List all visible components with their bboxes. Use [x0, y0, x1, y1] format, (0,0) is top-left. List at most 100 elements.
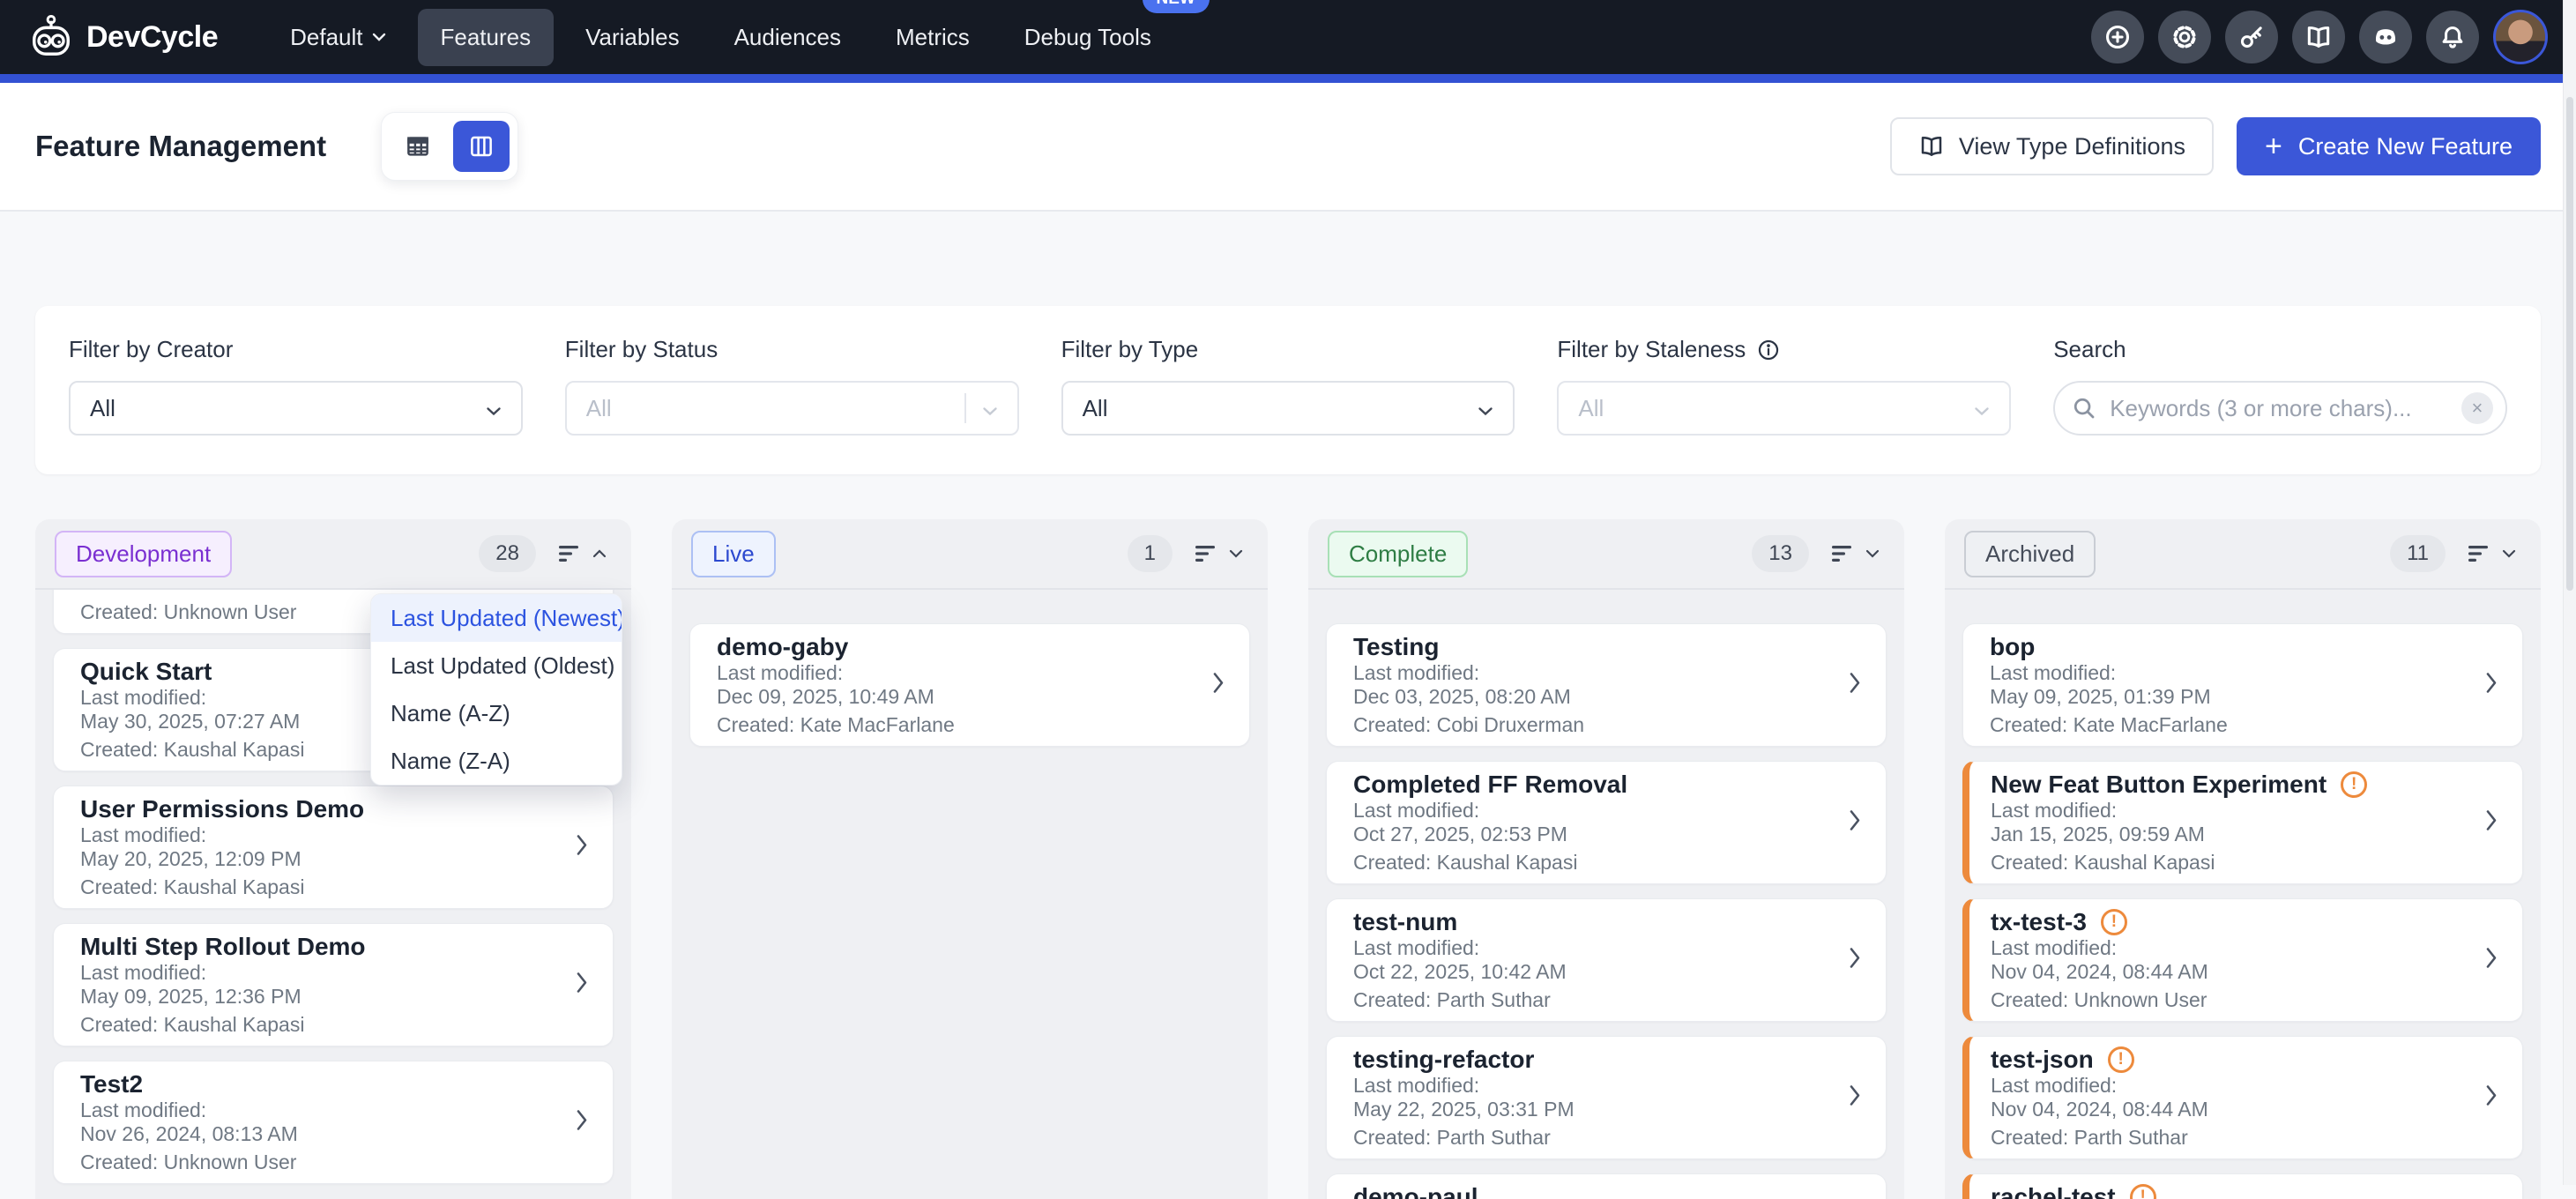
feature-card-title: bop	[1990, 633, 2035, 661]
open-feature-chevron-icon[interactable]	[1849, 809, 1861, 837]
docs-book-button[interactable]	[2292, 11, 2345, 63]
docs-book-icon	[2304, 23, 2333, 51]
page-scrollbar-thumb[interactable]	[2566, 97, 2573, 591]
feature-card-title: Testing	[1353, 633, 1439, 661]
view-type-definitions-button[interactable]: View Type Definitions	[1890, 117, 2214, 175]
open-feature-chevron-icon[interactable]	[1212, 672, 1225, 699]
sort-option-label: Name (Z-A)	[391, 748, 510, 775]
nav-item-metrics[interactable]: Metrics	[873, 9, 993, 66]
table-view-button[interactable]	[390, 121, 446, 172]
kanban-view-button[interactable]	[453, 121, 510, 172]
nav-item-debug-tools[interactable]: Debug ToolsNEW	[1001, 9, 1174, 66]
feature-card[interactable]: rachel-test !	[1962, 1173, 2523, 1199]
sort-menu: Last Updated (Newest) ✓ Last Updated (Ol…	[370, 593, 622, 786]
last-modified-label: Last modified:	[80, 823, 588, 847]
nav-item-features[interactable]: Features	[418, 9, 555, 66]
feature-card[interactable]: demo-paul	[1326, 1173, 1887, 1199]
column-card-list[interactable]: bop Last modified: May 09, 2025, 01:39 P…	[1945, 590, 2541, 1199]
search-input[interactable]	[2108, 394, 2451, 423]
feature-card-title: demo-gaby	[717, 633, 848, 661]
open-feature-chevron-icon[interactable]	[1849, 672, 1861, 699]
filter-select-value: All	[1578, 395, 1974, 422]
feature-card[interactable]: bop Last modified: May 09, 2025, 01:39 P…	[1962, 623, 2523, 747]
feature-card-title: rachel-test	[1991, 1183, 2116, 1199]
last-modified-label: Last modified:	[80, 961, 588, 985]
open-feature-chevron-icon[interactable]	[2485, 809, 2498, 837]
filter-select-value: All	[90, 395, 486, 422]
filter-label: Filter by Staleness	[1557, 336, 1746, 363]
filter-group-search: Search ×	[2053, 336, 2507, 436]
feature-card[interactable]: demo-gaby Last modified: Dec 09, 2025, 1…	[689, 623, 1250, 747]
filter-group-filter-by-type: Filter by Type All	[1061, 336, 1515, 436]
feature-card-title: User Permissions Demo	[80, 795, 364, 823]
column-sort-button[interactable]	[554, 539, 612, 569]
created-by: Created: Parth Suthar	[1353, 1126, 1861, 1150]
feature-card[interactable]: testing-refactor Last modified: May 22, …	[1326, 1036, 1887, 1159]
open-feature-chevron-icon[interactable]	[1849, 947, 1861, 974]
project-selector-label: Default	[290, 24, 362, 51]
column-sort-button[interactable]	[2463, 539, 2521, 569]
sort-option[interactable]: Last Updated (Newest) ✓	[371, 594, 622, 642]
created-by: Created: Kaushal Kapasi	[1353, 851, 1861, 875]
user-avatar[interactable]	[2493, 10, 2548, 64]
open-feature-chevron-icon[interactable]	[1849, 1084, 1861, 1112]
devcycle-logo[interactable]: DevCycle	[28, 14, 218, 60]
open-feature-chevron-icon[interactable]	[576, 972, 588, 999]
created-by: Created: Parth Suthar	[1991, 1126, 2498, 1150]
add-circle-button[interactable]	[2091, 11, 2144, 63]
last-modified-label: Last modified:	[717, 661, 1225, 685]
sort-option-label: Last Updated (Oldest)	[391, 652, 614, 680]
feature-card[interactable]: test-json ! Last modified: Nov 04, 2024,…	[1962, 1036, 2523, 1159]
create-new-feature-button[interactable]: + Create New Feature	[2237, 117, 2541, 175]
discord-button[interactable]	[2359, 11, 2412, 63]
chevron-down-icon	[372, 33, 386, 41]
filter-select-1[interactable]: All	[565, 381, 1019, 436]
sort-option[interactable]: Name (A-Z)	[371, 689, 622, 737]
nav-item-variables[interactable]: Variables	[562, 9, 702, 66]
feature-card-title: tx-test-3	[1991, 908, 2087, 936]
sort-option[interactable]: Last Updated (Oldest)	[371, 642, 622, 689]
created-by: Created: Parth Suthar	[1353, 988, 1861, 1012]
stale-warning-icon: !	[2101, 909, 2127, 935]
column-card-list[interactable]: demo-gaby Last modified: Dec 09, 2025, 1…	[672, 590, 1268, 1199]
feature-card[interactable]: User Permissions Demo Last modified: May…	[53, 786, 614, 909]
project-selector[interactable]: Default	[267, 9, 408, 66]
feature-card[interactable]: Multi Step Rollout Demo Last modified: M…	[53, 923, 614, 1046]
page-title: Feature Management	[35, 130, 326, 163]
open-feature-chevron-icon[interactable]	[2485, 672, 2498, 699]
column-count-badge: 13	[1752, 535, 1809, 572]
page-scrollbar[interactable]	[2563, 0, 2576, 1185]
open-feature-chevron-icon[interactable]	[2485, 1084, 2498, 1112]
nav-item-audiences[interactable]: Audiences	[711, 9, 864, 66]
select-divider	[964, 393, 966, 423]
feature-card[interactable]: New Feat Button Experiment ! Last modifi…	[1962, 761, 2523, 884]
top-navigation: DevCycle Default FeaturesVariablesAudien…	[0, 0, 2576, 74]
open-feature-chevron-icon[interactable]	[2485, 947, 2498, 974]
feature-card[interactable]: Test2 Last modified: Nov 26, 2024, 08:13…	[53, 1061, 614, 1184]
accent-bar	[0, 74, 2576, 83]
filter-label: Filter by Type	[1061, 336, 1199, 363]
sort-lines-icon	[559, 544, 584, 563]
feature-card[interactable]: tx-test-3 ! Last modified: Nov 04, 2024,…	[1962, 898, 2523, 1022]
settings-gear-button[interactable]	[2158, 11, 2211, 63]
created-by: Created: Kaushal Kapasi	[80, 875, 588, 899]
column-sort-button[interactable]	[1827, 539, 1885, 569]
sort-option[interactable]: Name (Z-A)	[371, 737, 622, 785]
open-feature-chevron-icon[interactable]	[576, 1109, 588, 1136]
notifications-bell-button[interactable]	[2426, 11, 2479, 63]
column-sort-button[interactable]	[1190, 539, 1248, 569]
feature-card-title: New Feat Button Experiment	[1991, 771, 2327, 799]
last-modified-date: Oct 22, 2025, 10:42 AM	[1353, 960, 1861, 984]
feature-card[interactable]: test-num Last modified: Oct 22, 2025, 10…	[1326, 898, 1887, 1022]
filter-select-0[interactable]: All	[69, 381, 523, 436]
feature-card[interactable]: Completed FF Removal Last modified: Oct …	[1326, 761, 1887, 884]
filter-select-3[interactable]: All	[1557, 381, 2011, 436]
clear-search-button[interactable]: ×	[2461, 392, 2493, 424]
last-modified-date: May 09, 2025, 01:39 PM	[1990, 685, 2498, 709]
filter-select-2[interactable]: All	[1061, 381, 1515, 436]
open-feature-chevron-icon[interactable]	[576, 834, 588, 861]
column-card-list[interactable]: Testing Last modified: Dec 03, 2025, 08:…	[1308, 590, 1904, 1199]
created-by: Created: Kate MacFarlane	[1990, 713, 2498, 737]
feature-card[interactable]: Testing Last modified: Dec 03, 2025, 08:…	[1326, 623, 1887, 747]
api-key-button[interactable]	[2225, 11, 2278, 63]
